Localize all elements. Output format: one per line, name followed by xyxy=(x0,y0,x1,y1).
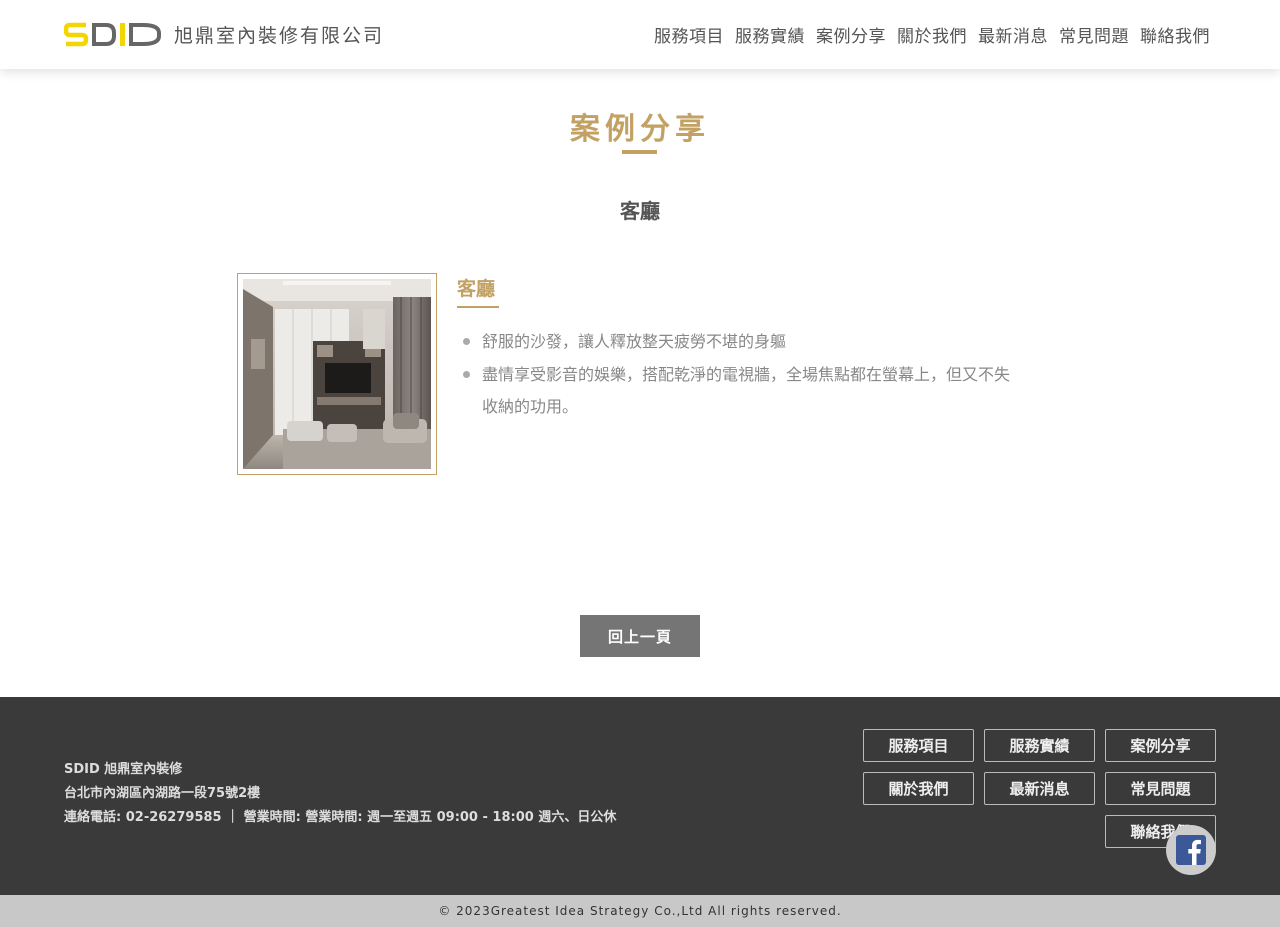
nav-faq[interactable]: 常見問題 xyxy=(1059,22,1129,47)
footer-nav-achievements[interactable]: 服務實績 xyxy=(984,729,1095,762)
footer-nav-cases[interactable]: 案例分享 xyxy=(1105,729,1216,762)
nav-achievements[interactable]: 服務實績 xyxy=(735,22,805,47)
case-feature-list: 舒服的沙發，讓人釋放整天疲勞不堪的身軀 盡情享受影音的娛樂，搭配乾淨的電視牆，全… xyxy=(462,326,1022,424)
company-name: 旭鼎室內裝修有限公司 xyxy=(174,24,385,47)
site-footer: SDID 旭鼎室內裝修 台北市內湖區內湖路一段75號2樓 連絡電話: 02-26… xyxy=(0,697,1280,895)
nav-contact[interactable]: 聯絡我們 xyxy=(1140,22,1210,47)
case-item-title: 客廳 xyxy=(457,278,496,300)
copyright: © 2023Greatest Idea Strategy Co.,Ltd All… xyxy=(0,895,1280,927)
nav-about[interactable]: 關於我們 xyxy=(897,22,967,47)
footer-nav: 服務項目 服務實績 案例分享 關於我們 最新消息 常見問題 聯絡我們 xyxy=(736,729,1216,858)
footer-info: SDID 旭鼎室內裝修 台北市內湖區內湖路一段75號2樓 連絡電話: 02-26… xyxy=(64,758,616,830)
category-title: 客廳 xyxy=(620,199,660,223)
logo[interactable]: 旭鼎室內裝修有限公司 xyxy=(64,20,384,48)
logo-mark xyxy=(64,21,162,47)
facebook-icon xyxy=(1176,835,1206,865)
back-button[interactable]: 回上一頁 xyxy=(580,615,700,657)
feature-item: 舒服的沙發，讓人釋放整天疲勞不堪的身軀 xyxy=(462,326,1022,359)
feature-item: 盡情享受影音的娛樂，搭配乾淨的電視牆，全場焦點都在螢幕上，但又不失收納的功用。 xyxy=(462,359,1022,424)
case-photo-frame[interactable] xyxy=(237,273,437,475)
footer-address: 台北市內湖區內湖路一段75號2樓 xyxy=(64,786,261,801)
living-room-photo xyxy=(243,279,431,469)
site-header: 旭鼎室內裝修有限公司 服務項目 服務實績 案例分享 關於我們 最新消息 常見問題… xyxy=(0,0,1280,69)
footer-nav-news[interactable]: 最新消息 xyxy=(984,772,1095,805)
main-nav: 服務項目 服務實績 案例分享 關於我們 最新消息 常見問題 聯絡我們 xyxy=(643,22,1210,47)
title-divider xyxy=(622,150,657,154)
nav-news[interactable]: 最新消息 xyxy=(978,22,1048,47)
nav-cases[interactable]: 案例分享 xyxy=(816,22,886,47)
footer-company: SDID 旭鼎室內裝修 xyxy=(64,762,183,777)
footer-nav-faq[interactable]: 常見問題 xyxy=(1105,772,1216,805)
page-title: 案例分享 xyxy=(570,112,710,147)
footer-contact: 連絡電話: 02-26279585 ｜ 營業時間: 營業時間: 週一至週五 09… xyxy=(64,810,617,825)
footer-nav-about[interactable]: 關於我們 xyxy=(863,772,974,805)
case-item-divider xyxy=(457,306,499,308)
facebook-button[interactable] xyxy=(1166,825,1216,875)
nav-services[interactable]: 服務項目 xyxy=(654,22,724,47)
footer-nav-services[interactable]: 服務項目 xyxy=(863,729,974,762)
